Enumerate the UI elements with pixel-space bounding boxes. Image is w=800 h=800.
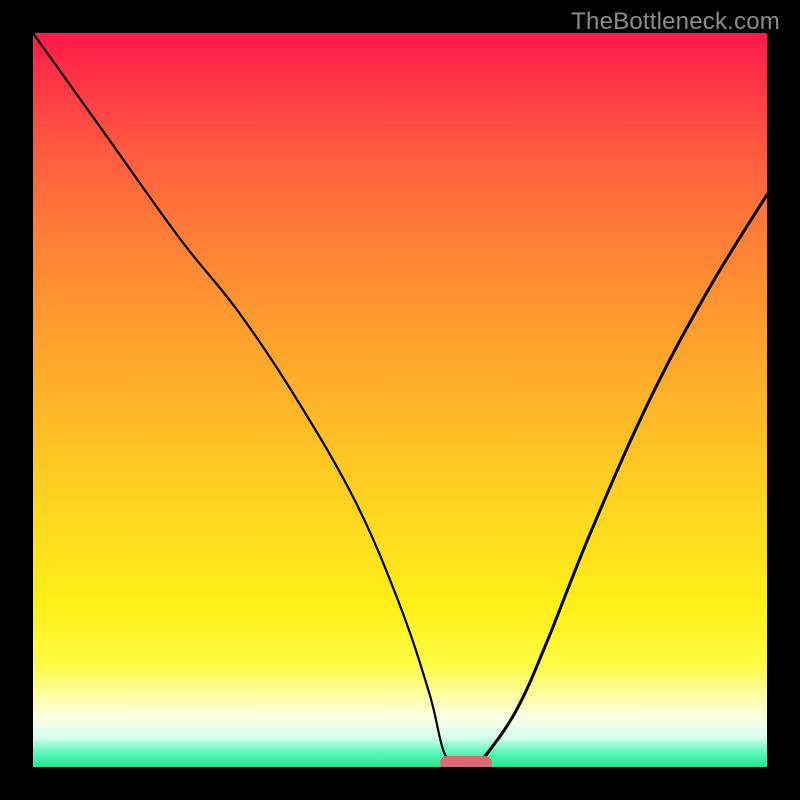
minimum-marker [440, 756, 491, 767]
plot-area [33, 33, 767, 767]
bottleneck-curve [33, 33, 767, 767]
chart-frame: TheBottleneck.com [0, 0, 800, 800]
curve-right-branch [473, 195, 767, 768]
curve-left-branch [33, 33, 459, 767]
watermark-text: TheBottleneck.com [571, 8, 780, 36]
